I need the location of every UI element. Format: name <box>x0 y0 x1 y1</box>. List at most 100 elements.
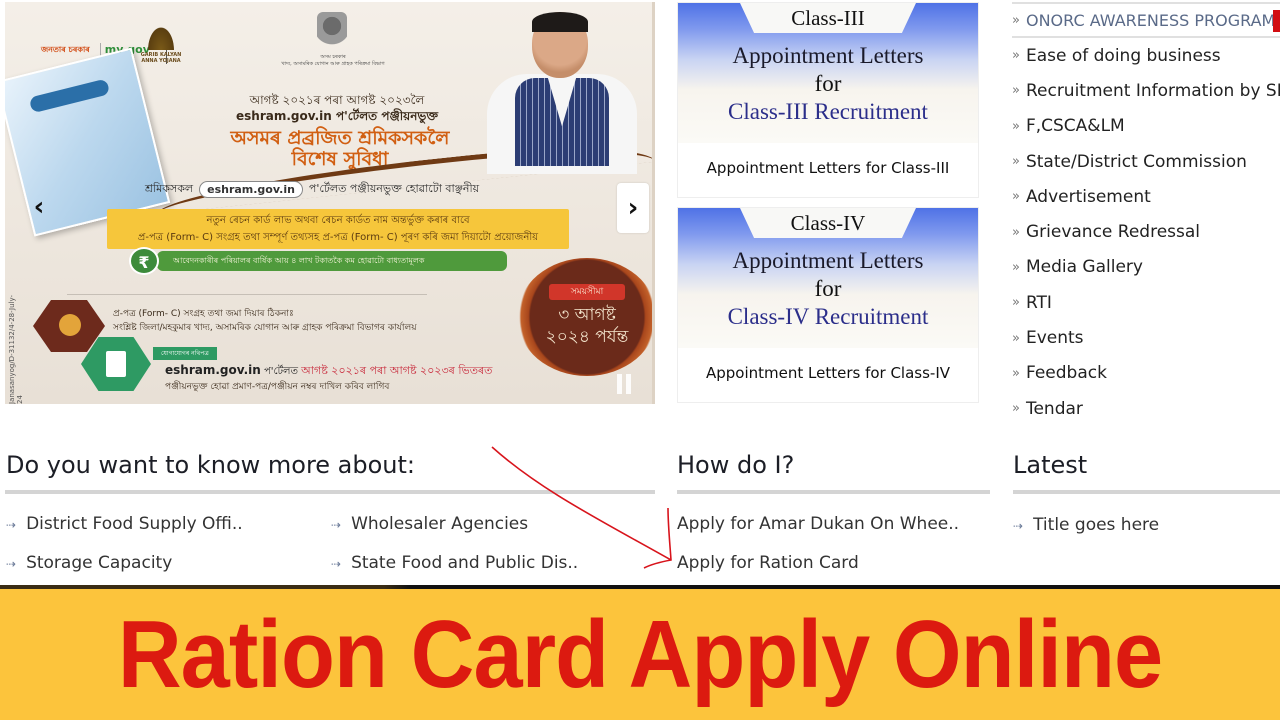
menu-item-ease-of-business[interactable]: » Ease of doing business <box>1012 38 1280 73</box>
menu-item-tendar[interactable]: » Tendar <box>1012 391 1280 426</box>
location-pin-icon <box>59 314 81 336</box>
eshram-note-mid: প'ৰ্টেলত <box>260 366 302 377</box>
raquo-icon: » <box>1012 154 1020 170</box>
menu-item-label: Media Gallery <box>1025 257 1143 278</box>
link-label: District Food Supply Offi.. <box>26 514 243 534</box>
class-iii-card[interactable]: Class-III Appointment Letters for Class-… <box>677 2 979 198</box>
menu-item-label: ONORC AWARENESS PROGRAM <box>1025 10 1276 30</box>
raquo-icon: » <box>1012 189 1020 205</box>
how-do-i-divider <box>677 490 990 494</box>
menu-item-label: Grievance Redressal <box>1025 222 1201 243</box>
class-iv-card-link[interactable]: Appointment Letters for Class-IV <box>678 364 978 382</box>
card-line3: Class-IV Recruitment <box>727 304 929 329</box>
card-line3: Class-III Recruitment <box>728 99 928 124</box>
link-apply-ration-card[interactable]: Apply for Ration Card <box>677 553 859 573</box>
card-line2: for <box>814 71 842 96</box>
class-iv-card-image[interactable]: Class-IV Appointment Letters for Class-I… <box>678 208 978 348</box>
menu-item-label: RTI <box>1025 292 1052 313</box>
card-line2: for <box>814 276 842 301</box>
latest-title: Latest <box>1013 451 1088 479</box>
carousel-next-button[interactable]: › <box>617 183 649 233</box>
portal-row: শ্ৰমিকসকল eshram.gov.in প'ৰ্টেলত পঞ্জীয়… <box>145 180 525 199</box>
carousel-pause-button[interactable] <box>617 374 633 396</box>
card-line1: Appointment Letters <box>732 248 924 273</box>
govt-caption-line2: খাদ্য, অসামৰিক যোগান আৰু গ্ৰাহক পৰিক্ৰমা… <box>281 61 385 67</box>
person-hair <box>532 12 588 32</box>
pause-icon <box>617 374 622 394</box>
carousel-slide[interactable]: জনতাৰ চৰকাৰ my gov GARIB KALYAN ANNA YOJ… <box>5 2 652 404</box>
dotted-arrow-icon: ⇢ <box>6 557 17 571</box>
menu-item-recruitment[interactable]: » Recruitment Information by SL <box>1012 73 1280 108</box>
card-line1: Appointment Letters <box>732 43 924 68</box>
raquo-icon: » <box>1012 365 1020 381</box>
annotation-arrow-shaft <box>491 446 672 561</box>
address-title: প্ৰ-পত্ৰ (Form- C) সংগ্ৰহ তথা জমা দিয়াৰ… <box>113 309 294 319</box>
menu-item-grievance[interactable]: » Grievance Redressal <box>1012 214 1280 249</box>
menu-item-fcsca[interactable]: » F,CSCA&LM <box>1012 109 1280 144</box>
link-wholesaler-agencies[interactable]: ⇢ Wholesaler Agencies <box>331 514 528 534</box>
document-page-icon <box>106 351 126 377</box>
dotted-arrow-icon: ⇢ <box>1013 519 1024 533</box>
class-iv-card[interactable]: Class-IV Appointment Letters for Class-I… <box>677 207 979 403</box>
menu-item-feedback[interactable]: » Feedback <box>1012 356 1280 391</box>
raquo-icon: » <box>1012 83 1020 99</box>
dotted-arrow-icon: ⇢ <box>6 518 17 532</box>
how-do-i-title: How do I? <box>677 451 795 479</box>
link-label: State Food and Public Dis.. <box>351 553 579 573</box>
gkay-logo-text: GARIB KALYAN ANNA YOJANA <box>140 52 182 64</box>
know-more-title: Do you want to know more about: <box>6 451 416 479</box>
national-emblem-icon <box>317 12 347 52</box>
address-line: সংশ্লিষ্ট জিলা/মহকুমাৰ খাদ্য, অসামৰিক যো… <box>113 323 417 333</box>
menu-item-label: Events <box>1025 328 1084 349</box>
deadline-tag: সময়সীমা <box>549 284 625 300</box>
latest-item[interactable]: ⇢ Title goes here <box>1013 515 1159 535</box>
raquo-icon: » <box>1012 295 1020 311</box>
chevron-right-icon: › <box>627 193 639 223</box>
raquo-icon: » <box>1012 330 1020 346</box>
gkay-logo: GARIB KALYAN ANNA YOJANA <box>140 24 182 64</box>
rupee-icon: ₹ <box>129 247 159 275</box>
latest-item-label: Title goes here <box>1033 515 1160 535</box>
raquo-icon: » <box>1012 118 1020 134</box>
menu-item-rti[interactable]: » RTI <box>1012 285 1280 320</box>
logo-jana: জনতাৰ চৰকাৰ <box>41 44 90 54</box>
portal-prefix: শ্ৰমিকসকল <box>145 182 194 195</box>
deadline-badge: সময়সীমা ৩ আগষ্ট ২০২৪ পৰ্যন্ত <box>517 258 652 376</box>
menu-item-label: State/District Commission <box>1025 151 1247 172</box>
latest-divider <box>1013 490 1280 494</box>
menu-item-onorc[interactable]: » ONORC AWARENESS PROGRAM <box>1012 2 1280 38</box>
menu-item-label: Ease of doing business <box>1025 45 1221 66</box>
link-state-food-public-dis[interactable]: ⇢ State Food and Public Dis.. <box>331 553 578 573</box>
contact-tag: যোগাযোগৰ নথিপত্ৰ <box>153 347 217 360</box>
person-photo <box>487 12 637 174</box>
eshram-pill: eshram.gov.in <box>199 181 303 198</box>
ad-code: Janasanyog/D-31132/4-28-July-24 <box>8 294 24 404</box>
link-amar-dukan[interactable]: Apply for Amar Dukan On Whee.. <box>677 514 959 534</box>
raquo-icon: » <box>1012 224 1020 240</box>
deadline-year: ২০২৪ পৰ্যন্ত <box>545 327 629 347</box>
card-tab: Class-III <box>740 3 916 33</box>
govt-caption: অসম চৰকাৰ খাদ্য, অসামৰিক যোগান আৰু গ্ৰাহ… <box>253 54 413 68</box>
wheat-leaf-icon <box>146 24 176 50</box>
menu-item-events[interactable]: » Events <box>1012 320 1280 355</box>
menu-item-label: Feedback <box>1025 363 1107 384</box>
govt-caption-line1: অসম চৰকাৰ <box>320 54 346 60</box>
link-storage-capacity[interactable]: ⇢ Storage Capacity <box>6 553 172 573</box>
banner-title: Ration Card Apply Online <box>117 600 1163 708</box>
raquo-icon: » <box>1012 48 1020 64</box>
carousel-prev-button[interactable]: ‹ <box>23 182 55 232</box>
link-district-food-supply[interactable]: ⇢ District Food Supply Offi.. <box>6 514 243 534</box>
raquo-icon: » <box>1012 401 1020 417</box>
image-carousel[interactable]: জনতাৰ চৰকাৰ my gov GARIB KALYAN ANNA YOJ… <box>5 2 655 404</box>
menu-item-label: F,CSCA&LM <box>1025 116 1125 137</box>
requirement-box: নতুন ৰেচন কাৰ্ড লাভ অথবা ৰেচন কাৰ্ডত নাম… <box>107 209 569 249</box>
menu-item-commission[interactable]: » State/District Commission <box>1012 144 1280 179</box>
menu-item-advertisement[interactable]: » Advertisement <box>1012 179 1280 214</box>
class-iii-card-image[interactable]: Class-III Appointment Letters for Class-… <box>678 3 978 143</box>
portal-suffix: প'ৰ্টেলত পঞ্জীয়নভুক্ত হোৱাটো বাঞ্ছনীয় <box>308 182 480 195</box>
requirement-line2: প্ৰ-পত্ৰ (Form- C) সংগ্ৰহ তথা সম্পূৰ্ণ ত… <box>137 232 539 243</box>
slide-divider <box>67 294 427 295</box>
menu-item-media-gallery[interactable]: » Media Gallery <box>1012 250 1280 285</box>
class-iii-card-link[interactable]: Appointment Letters for Class-III <box>678 159 978 177</box>
page: জনতাৰ চৰকাৰ my gov GARIB KALYAN ANNA YOJ… <box>0 0 1280 720</box>
